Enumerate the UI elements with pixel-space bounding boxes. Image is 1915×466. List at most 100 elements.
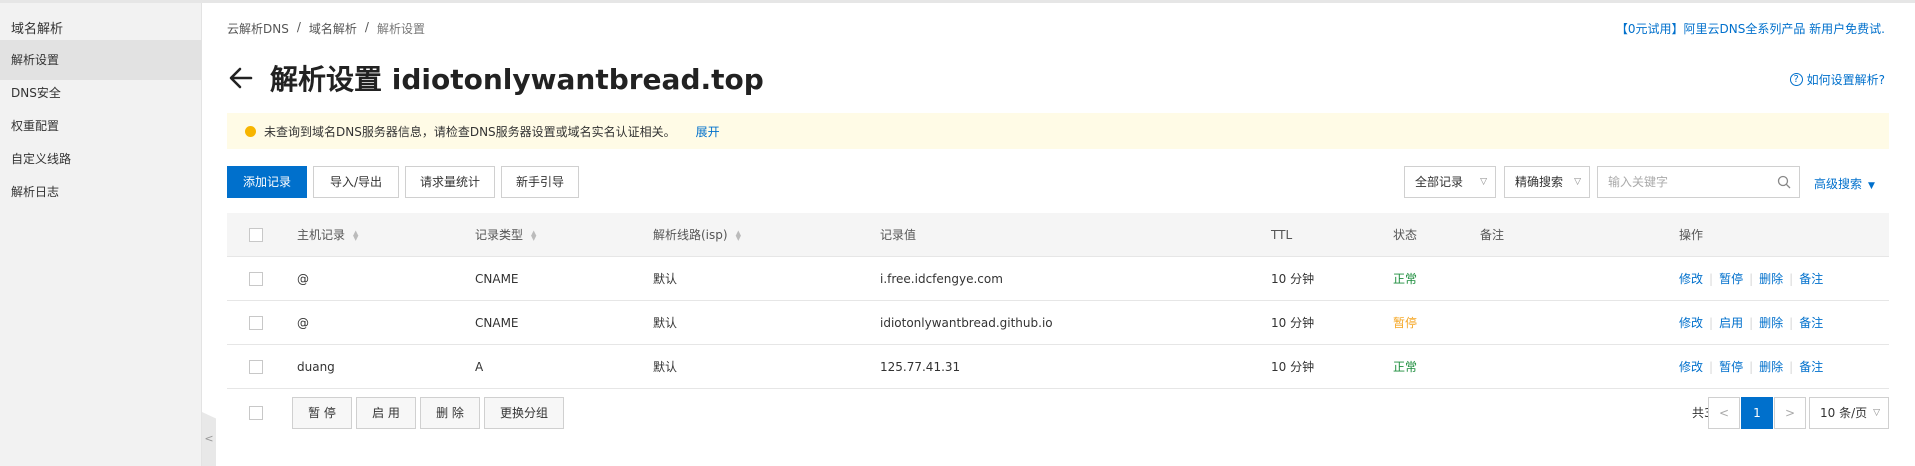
cell-type: CNAME xyxy=(475,272,519,286)
column-type[interactable]: 记录类型 ▲ ▼ xyxy=(475,213,536,257)
bulk-actions-bar: 暂 停 启 用 删 除 更换分组 共3条 < 1 > 10 条/页 ▽ xyxy=(227,393,1889,433)
table-header: 主机记录 ▲ ▼ 记录类型 ▲ ▼ 解析线路(isp) ▲ ▼ 记录值 TTL 状态 备注 … xyxy=(227,213,1889,257)
next-page-button[interactable]: > xyxy=(1774,397,1806,429)
row-checkbox[interactable] xyxy=(249,360,263,374)
breadcrumb-separator: / xyxy=(296,20,301,34)
import-export-button[interactable]: 导入/导出 xyxy=(313,166,399,198)
prev-page-button[interactable]: < xyxy=(1708,397,1740,429)
column-status: 状态 xyxy=(1393,228,1418,242)
row-actions: 修改 | 暂停 | 删除 | 备注 xyxy=(1679,345,1823,389)
page-title: 解析设置 idiotonlywantbread.top xyxy=(270,63,764,96)
delete-link[interactable]: 删除 xyxy=(1759,301,1783,345)
bulk-select-checkbox[interactable] xyxy=(249,406,263,420)
warning-dot-icon xyxy=(245,125,256,137)
help-link-label: 如何设置解析? xyxy=(1806,73,1885,87)
cell-ttl: 10 分钟 xyxy=(1271,316,1315,330)
chevron-down-icon: ▽ xyxy=(1574,177,1581,187)
column-host[interactable]: 主机记录 ▲ ▼ xyxy=(297,213,358,257)
column-ttl: TTL xyxy=(1271,228,1293,242)
enable-link[interactable]: 启用 xyxy=(1719,301,1743,345)
table-row: @ CNAME 默认 idiotonlywantbread.github.io … xyxy=(227,301,1889,345)
notice-expand-link[interactable]: 展开 xyxy=(696,123,720,140)
remark-link[interactable]: 备注 xyxy=(1799,345,1823,389)
help-link[interactable]: ? 如何设置解析? xyxy=(1789,71,1885,88)
chevron-down-icon: ▽ xyxy=(1873,408,1880,418)
main-content: 云解析DNS / 域名解析 / 解析设置 【0元试用】阿里云DNS全系列产品 新… xyxy=(202,3,1915,466)
sidebar-item-resolution-log[interactable]: 解析日志 xyxy=(0,172,202,212)
caret-down-icon: ▼ xyxy=(1868,181,1875,191)
cell-value: idiotonlywantbread.github.io xyxy=(880,316,1053,330)
cell-host: @ xyxy=(297,316,309,330)
status-badge: 暂停 xyxy=(1393,316,1418,330)
column-line-label: 解析线路(isp) xyxy=(653,228,728,242)
sort-icon[interactable]: ▲ ▼ xyxy=(353,229,358,241)
cell-value: i.free.idcfengye.com xyxy=(880,272,1003,286)
remark-link[interactable]: 备注 xyxy=(1799,257,1823,301)
column-type-label: 记录类型 xyxy=(475,228,524,242)
edit-link[interactable]: 修改 xyxy=(1679,257,1703,301)
page-size-value: 10 条/页 xyxy=(1820,406,1868,420)
column-remark: 备注 xyxy=(1480,228,1505,242)
search-mode-value: 精确搜索 xyxy=(1515,175,1564,189)
column-ops: 操作 xyxy=(1679,228,1704,242)
cell-line: 默认 xyxy=(653,360,678,374)
cell-type: A xyxy=(475,360,484,374)
status-badge: 正常 xyxy=(1393,272,1418,286)
promo-link[interactable]: 【0元试用】阿里云DNS全系列产品 新用户免费试. xyxy=(1616,20,1885,37)
cell-ttl: 10 分钟 xyxy=(1271,360,1315,374)
remark-link[interactable]: 备注 xyxy=(1799,301,1823,345)
notice-text: 未查询到域名DNS服务器信息，请检查DNS服务器设置或域名实名认证相关。 xyxy=(264,124,676,139)
sidebar-title: 域名解析 xyxy=(11,22,64,37)
bulk-enable-button[interactable]: 启 用 xyxy=(356,397,416,429)
page-1-button[interactable]: 1 xyxy=(1741,397,1773,429)
row-actions: 修改 | 暂停 | 删除 | 备注 xyxy=(1679,257,1823,301)
cell-host: @ xyxy=(297,272,309,286)
beginner-guide-button[interactable]: 新手引导 xyxy=(501,166,579,198)
breadcrumb-item-cloud-dns[interactable]: 云解析DNS xyxy=(227,20,289,37)
search-icon[interactable] xyxy=(1777,175,1791,189)
column-line[interactable]: 解析线路(isp) ▲ ▼ xyxy=(653,213,741,257)
back-arrow-icon[interactable] xyxy=(226,63,256,93)
bulk-delete-button[interactable]: 删 除 xyxy=(420,397,480,429)
row-checkbox[interactable] xyxy=(249,316,263,330)
search-input[interactable] xyxy=(1598,167,1758,197)
row-checkbox[interactable] xyxy=(249,272,263,286)
status-badge: 正常 xyxy=(1393,360,1418,374)
record-filter-value: 全部记录 xyxy=(1415,175,1464,189)
sidebar: 域名解析 解析设置 DNS安全 权重配置 自定义线路 解析日志 xyxy=(0,3,202,466)
notice-banner: 未查询到域名DNS服务器信息，请检查DNS服务器设置或域名实名认证相关。 展开 xyxy=(227,113,1889,149)
add-record-button[interactable]: 添加记录 xyxy=(227,166,307,198)
advanced-search-label: 高级搜索 xyxy=(1814,177,1863,191)
sort-icon[interactable]: ▲ ▼ xyxy=(736,229,741,241)
breadcrumb-item-domain-resolution[interactable]: 域名解析 xyxy=(309,20,357,37)
table-row: duang A 默认 125.77.41.31 10 分钟 正常 修改 | 暂停 |… xyxy=(227,345,1889,389)
sort-icon[interactable]: ▲ ▼ xyxy=(531,229,536,241)
pause-link[interactable]: 暂停 xyxy=(1719,257,1743,301)
delete-link[interactable]: 删除 xyxy=(1759,345,1783,389)
cell-ttl: 10 分钟 xyxy=(1271,272,1315,286)
cell-value: 125.77.41.31 xyxy=(880,360,961,374)
edit-link[interactable]: 修改 xyxy=(1679,301,1703,345)
cell-type: CNAME xyxy=(475,316,519,330)
delete-link[interactable]: 删除 xyxy=(1759,257,1783,301)
column-host-label: 主机记录 xyxy=(297,228,346,242)
breadcrumb-separator: / xyxy=(364,20,369,34)
question-circle-icon: ? xyxy=(1789,73,1803,86)
edit-link[interactable]: 修改 xyxy=(1679,345,1703,389)
record-filter-select[interactable]: 全部记录 ▽ xyxy=(1404,166,1496,198)
column-value: 记录值 xyxy=(880,228,917,242)
request-stats-button[interactable]: 请求量统计 xyxy=(405,166,495,198)
chevron-down-icon: ▽ xyxy=(1480,177,1487,187)
cell-line: 默认 xyxy=(653,316,678,330)
bulk-pause-button[interactable]: 暂 停 xyxy=(292,397,352,429)
page-size-select[interactable]: 10 条/页 ▽ xyxy=(1809,397,1889,429)
search-box xyxy=(1597,166,1800,198)
table-row: @ CNAME 默认 i.free.idcfengye.com 10 分钟 正常… xyxy=(227,257,1889,301)
search-mode-select[interactable]: 精确搜索 ▽ xyxy=(1504,166,1590,198)
breadcrumb-item-current: 解析设置 xyxy=(376,22,425,36)
pause-link[interactable]: 暂停 xyxy=(1719,345,1743,389)
select-all-checkbox[interactable] xyxy=(249,228,263,242)
change-group-button[interactable]: 更换分组 xyxy=(484,397,564,429)
row-actions: 修改 | 启用 | 删除 | 备注 xyxy=(1679,301,1823,345)
advanced-search-toggle[interactable]: 高级搜索 ▼ xyxy=(1814,175,1875,192)
